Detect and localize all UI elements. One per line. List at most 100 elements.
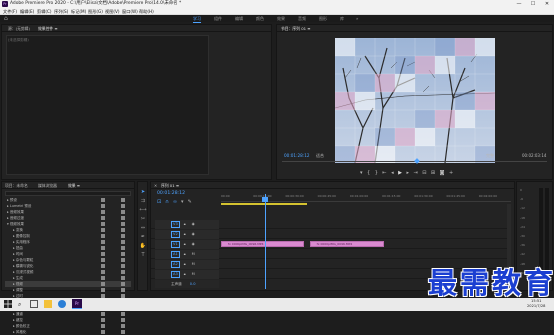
minimize-button[interactable]: — — [512, 0, 526, 8]
menu-window[interactable]: 窗口(W) — [122, 8, 138, 15]
lock-icon[interactable]: 🔒︎ — [184, 272, 186, 276]
video-clip[interactable]: fx 0000pIMG_0096.MP4 — [221, 241, 304, 247]
32bit-effect-icon — [121, 324, 125, 328]
master-track[interactable]: 主声道 0.0 — [155, 280, 219, 288]
zoom-fit-select[interactable]: 适合 — [316, 153, 324, 159]
tab-effects[interactable]: 效果 ≡ — [68, 182, 80, 189]
menu-file[interactable]: 文件(F) — [3, 8, 17, 15]
search-icon[interactable]: ⌕ — [18, 301, 21, 309]
meter-scale-label: -24 — [520, 224, 525, 229]
premiere-taskbar-icon[interactable]: Pr — [72, 299, 82, 309]
selection-tool-icon[interactable]: ➤ — [139, 188, 147, 196]
lock-icon[interactable]: 🔒︎ — [184, 222, 186, 226]
workspace-tab-editing[interactable]: 编辑 — [235, 15, 243, 22]
export-frame-icon[interactable]: ◙ — [440, 170, 449, 176]
playback-resolution-select[interactable]: 完整 — [486, 153, 494, 159]
tab-effect-controls[interactable]: 效果控件 ≡ — [38, 25, 58, 32]
mosaic-tile — [454, 109, 476, 129]
workspace-tab-effects[interactable]: 效果 — [277, 15, 285, 22]
track-header[interactable]: V2 🔒︎ ◉ — [155, 230, 219, 239]
workspace-tab-assembly[interactable]: 组件 — [214, 15, 222, 22]
windows-icon[interactable] — [4, 300, 12, 308]
lock-icon[interactable]: 🔒︎ — [184, 242, 186, 246]
step-back-icon[interactable]: ◂ — [391, 170, 398, 176]
menu-marker[interactable]: 标记(M) — [71, 8, 86, 15]
lock-icon[interactable]: 🔒︎ — [184, 262, 186, 266]
play-icon[interactable]: ▶ — [398, 170, 406, 176]
program-playhead[interactable] — [414, 158, 420, 164]
timeline-close-icon[interactable]: ✕ — [154, 182, 157, 189]
browser-icon[interactable] — [58, 300, 66, 308]
tab-sequence-01[interactable]: 序列 01 ≡ — [161, 182, 179, 189]
timeline-playhead-handle[interactable] — [262, 197, 268, 202]
eye-icon[interactable]: ◉ — [192, 232, 195, 236]
effects-list-item[interactable]: ▸ 风格化 — [5, 329, 131, 335]
menu-graphics[interactable]: 图形(G) — [88, 8, 103, 15]
maximize-button[interactable]: ☐ — [526, 0, 540, 8]
menu-view[interactable]: 视图(V) — [105, 8, 120, 15]
go-to-out-icon[interactable]: ⇥ — [413, 170, 422, 176]
extract-icon[interactable]: ⊞ — [431, 170, 440, 176]
slip-icon[interactable]: ⇔ — [139, 224, 147, 232]
mark-in-icon[interactable]: { — [367, 170, 375, 176]
tab-source[interactable]: 源：(无剪辑) — [8, 25, 30, 32]
track-header[interactable]: A3 🔒︎ M — [155, 270, 219, 279]
workspace-tab-audio[interactable]: 音频 — [298, 15, 306, 22]
menu-edit[interactable]: 编辑(E) — [20, 8, 34, 15]
file-explorer-icon[interactable] — [44, 300, 52, 308]
task-view-icon[interactable] — [30, 300, 38, 308]
linked-selection-icon[interactable]: ∞ — [173, 199, 181, 205]
mosaic-tile — [354, 91, 376, 111]
workspace-tab-learn[interactable]: 学习 — [193, 15, 201, 23]
eye-icon[interactable]: ◉ — [192, 222, 195, 226]
type-icon[interactable]: T — [139, 251, 147, 259]
accelerated-effect-icon — [101, 234, 105, 238]
menu-sequence[interactable]: 序列(S) — [54, 8, 68, 15]
razor-icon[interactable]: ✂ — [139, 215, 147, 223]
track-header[interactable]: A2 🔒︎ M — [155, 260, 219, 269]
step-forward-icon[interactable]: ▸ — [406, 170, 413, 176]
mute-icon[interactable]: M — [192, 262, 195, 266]
lock-icon[interactable]: 🔒︎ — [184, 252, 186, 256]
lock-icon[interactable]: 🔒︎ — [184, 232, 186, 236]
tab-media-browser[interactable]: 媒体浏览器 — [38, 182, 57, 189]
wrench-icon[interactable]: ✎ — [188, 199, 196, 205]
close-button[interactable]: ✕ — [540, 0, 554, 8]
mute-icon[interactable]: M — [192, 252, 195, 256]
workspace-tab-color[interactable]: 颜色 — [256, 15, 264, 22]
timeline-timecode[interactable]: 00:01:28:12 — [157, 191, 185, 196]
tab-project[interactable]: 项目：未命名 — [5, 182, 28, 189]
workspace-tab-graphics[interactable]: 图形 — [319, 15, 327, 22]
eye-icon[interactable]: ◉ — [192, 242, 195, 246]
marker-icon[interactable]: ▾ — [360, 170, 367, 176]
track-header[interactable]: V3 🔒︎ ◉ — [155, 220, 219, 229]
workspace-tab-libraries[interactable]: 库 — [340, 15, 344, 22]
ripple-edit-icon[interactable]: ⟷ — [139, 206, 147, 214]
go-to-in-icon[interactable]: ⇤ — [382, 170, 391, 176]
watermark-logo: 最需教育 — [428, 266, 554, 300]
pen-icon[interactable]: ✒ — [139, 233, 147, 241]
program-video-frame[interactable] — [335, 38, 495, 163]
track-header[interactable]: A1 🔒︎ M — [155, 250, 219, 259]
master-volume-value[interactable]: 0.0 — [190, 282, 196, 286]
mute-icon[interactable]: M — [192, 272, 195, 276]
home-icon[interactable]: ⌂ — [4, 15, 8, 22]
work-area-bar[interactable] — [221, 203, 307, 205]
program-timecode[interactable]: 00:01:28:12 — [284, 153, 310, 158]
menu-clip[interactable]: 剪辑(C) — [37, 8, 52, 15]
menu-help[interactable]: 帮助(H) — [139, 8, 154, 15]
accelerated-effect-icon — [101, 276, 105, 280]
workspaces-more-button[interactable]: » — [356, 15, 358, 22]
mark-out-icon[interactable]: } — [375, 170, 383, 176]
snap-icon[interactable]: ∩ — [165, 199, 173, 205]
tab-program[interactable]: 节目：序列 01 ≡ — [281, 25, 310, 32]
track-select-icon[interactable]: ⇉ — [139, 197, 147, 205]
video-clip[interactable]: fx 0000pIMG_0096.MP4 — [309, 241, 385, 247]
lift-icon[interactable]: ⊟ — [422, 170, 431, 176]
effects-search-input[interactable] — [5, 191, 131, 196]
timeline-playhead[interactable] — [265, 194, 266, 289]
settings-icon[interactable]: + — [449, 170, 458, 176]
hand-icon[interactable]: ✋ — [139, 242, 147, 250]
track-header[interactable]: V1 🔒︎ ◉ — [155, 240, 219, 249]
nest-icon[interactable]: ⊡ — [157, 199, 165, 205]
